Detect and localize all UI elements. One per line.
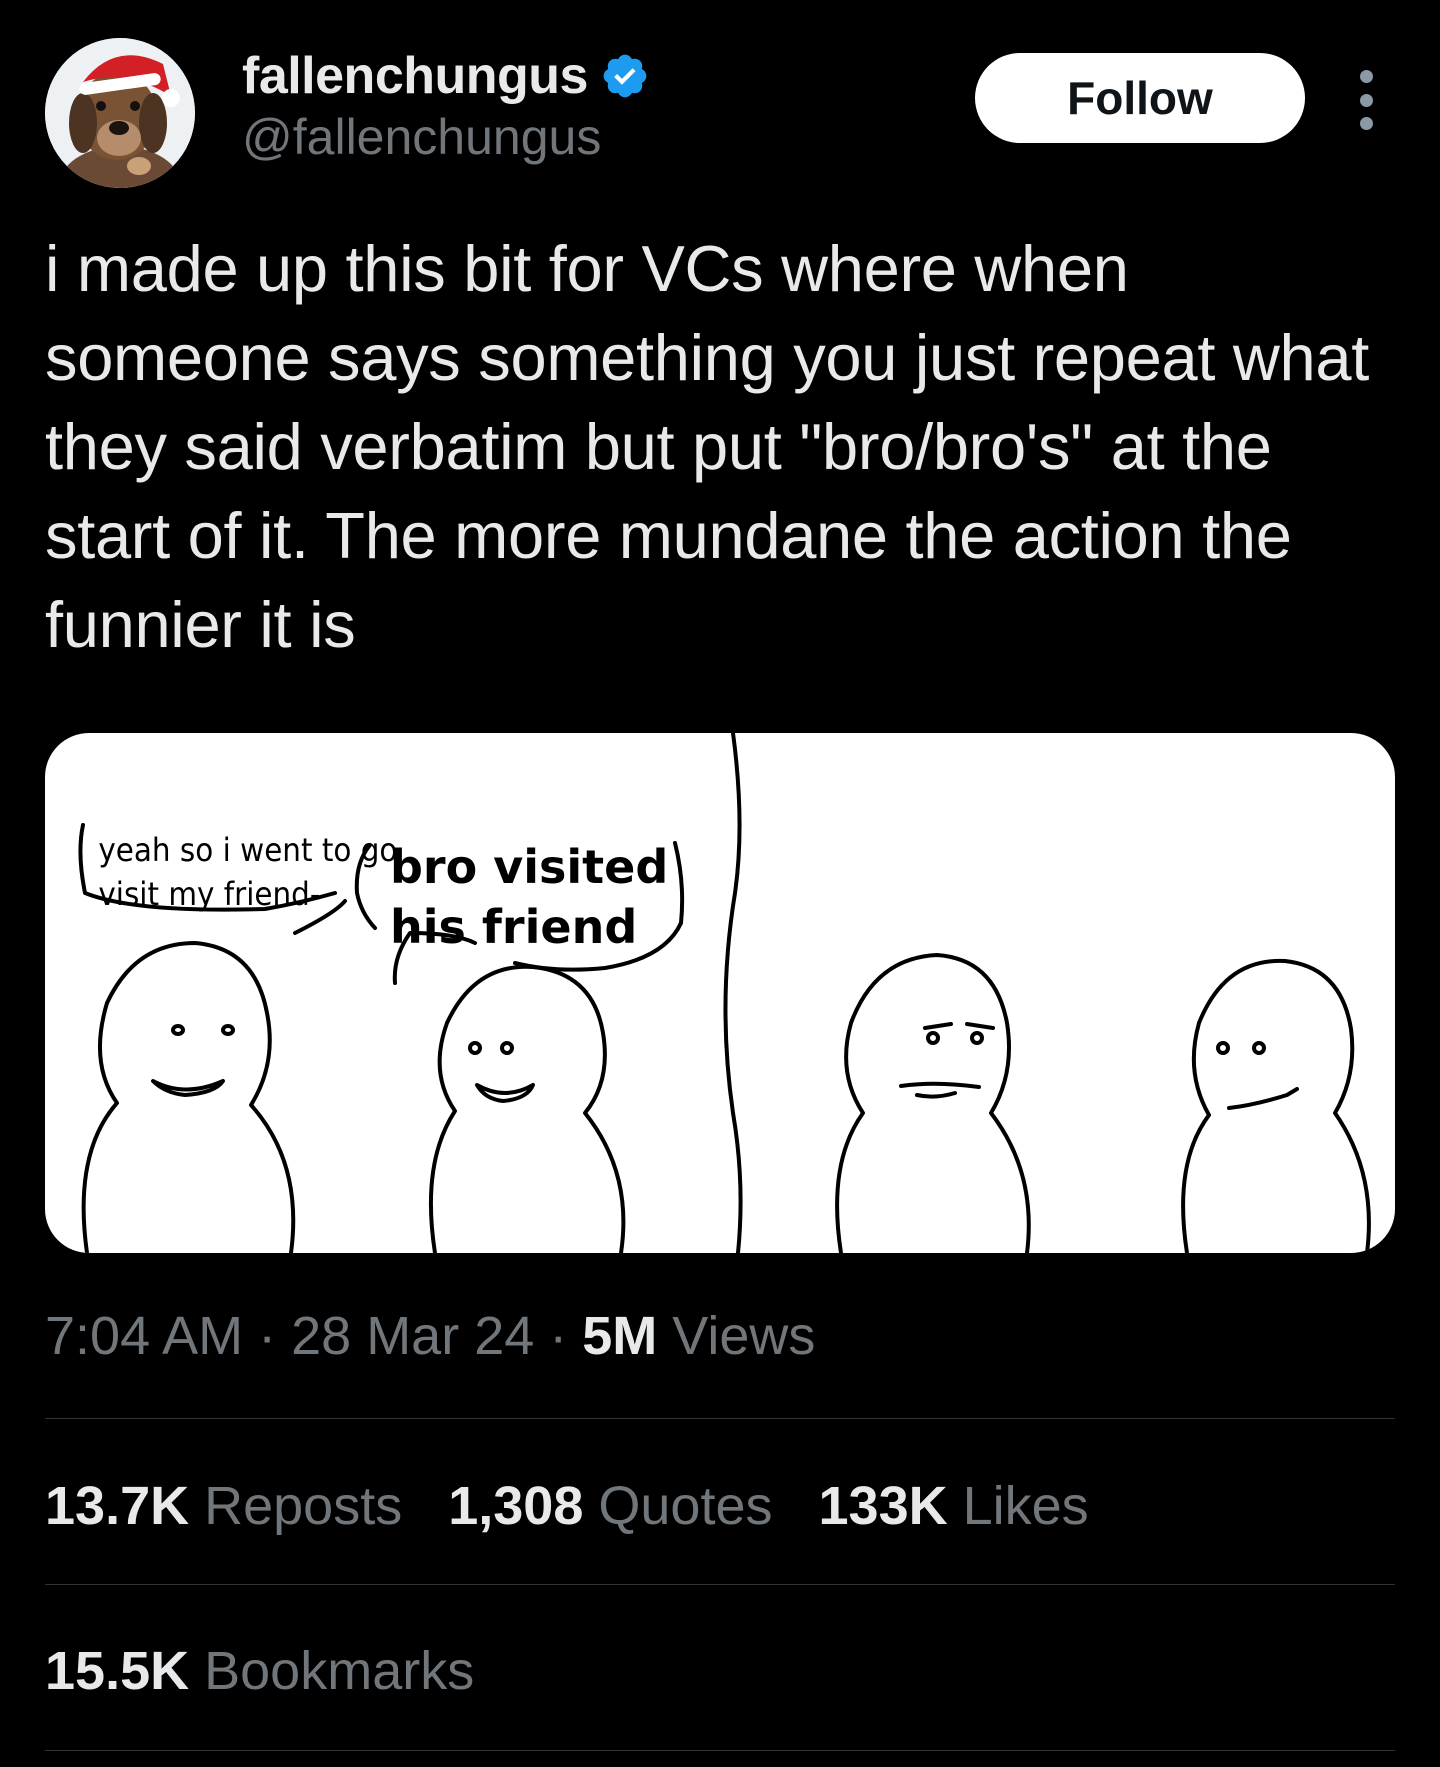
tweet-meta: 7:04 AM · 28 Mar 24 · 5M Views — [45, 1305, 815, 1367]
quotes-label: Quotes — [598, 1476, 773, 1536]
reposts-stat[interactable]: 13.7K Reposts — [45, 1475, 402, 1537]
likes-count: 133K — [818, 1476, 948, 1536]
divider — [45, 1584, 1395, 1585]
author-block: fallenchungus @fallenchungus — [242, 44, 650, 166]
tweet-media-image[interactable]: yeah so i went to go visit my friend- br… — [45, 733, 1395, 1253]
comic-speech-right-line1: bro visited — [390, 840, 668, 894]
meta-separator: · — [243, 1306, 292, 1366]
verified-badge-icon — [603, 54, 647, 98]
divider — [45, 1750, 1395, 1751]
divider — [45, 1418, 1395, 1419]
follow-button[interactable]: Follow — [975, 53, 1305, 143]
comic-speech-right-line2: his friend — [390, 900, 637, 954]
more-vertical-icon[interactable] — [1350, 70, 1382, 130]
comic-speech-left-line2: visit my friend- — [98, 876, 320, 913]
reposts-label: Reposts — [204, 1476, 403, 1536]
quotes-count: 1,308 — [448, 1476, 584, 1536]
tweet-detail: fallenchungus @fallenchungus Follow i ma… — [0, 0, 1440, 1767]
comic-image: yeah so i went to go visit my friend- br… — [78, 733, 1371, 1253]
tweet-text: i made up this bit for VCs where when so… — [45, 232, 1369, 661]
quotes-stat[interactable]: 1,308 Quotes — [448, 1475, 772, 1537]
reposts-count: 13.7K — [45, 1476, 190, 1536]
user-handle[interactable]: @fallenchungus — [242, 108, 650, 166]
likes-label: Likes — [962, 1476, 1089, 1536]
dog-avatar-icon — [45, 38, 195, 188]
bookmarks-label: Bookmarks — [204, 1641, 475, 1701]
views-label: Views — [657, 1306, 816, 1366]
comic-speech-left-line1: yeah so i went to go — [98, 832, 397, 869]
display-name[interactable]: fallenchungus — [242, 46, 588, 106]
tweet-time[interactable]: 7:04 AM — [45, 1306, 243, 1366]
tweet-date[interactable]: 28 Mar 24 — [291, 1306, 534, 1366]
bookmarks-count: 15.5K — [45, 1641, 190, 1701]
engagement-stats: 13.7K Reposts 1,308 Quotes 133K Likes — [45, 1475, 1089, 1537]
bookmarks-stat[interactable]: 15.5K Bookmarks — [45, 1640, 474, 1702]
meta-separator: · — [534, 1306, 583, 1366]
likes-stat[interactable]: 133K Likes — [819, 1475, 1089, 1537]
views-count: 5M — [582, 1306, 658, 1366]
avatar[interactable] — [45, 38, 195, 188]
